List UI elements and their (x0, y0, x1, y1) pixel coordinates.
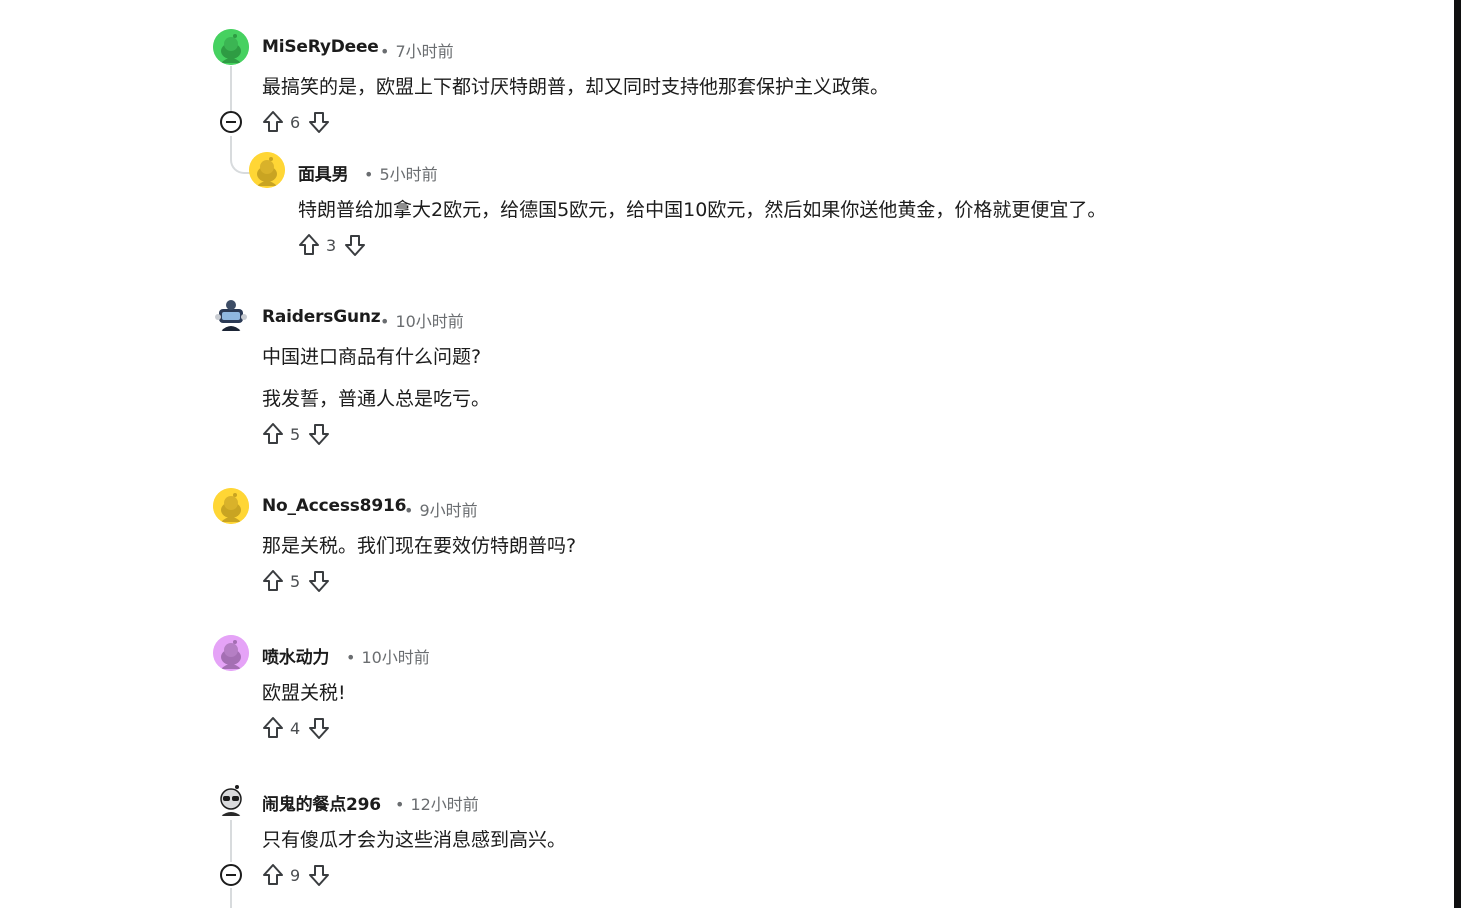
window-edge (1454, 0, 1461, 908)
upvote-arrow-icon[interactable] (296, 232, 322, 258)
timestamp: • 10小时前 (380, 308, 464, 332)
comment-thread-page: MiSeRyDeee • 7小时前 最搞笑的是，欧盟上下都讨厌特朗普，却又同时支持… (0, 0, 1461, 908)
thread-line (230, 888, 232, 908)
username[interactable]: No_Access8916 (262, 496, 406, 516)
vote-bar: 5 (260, 567, 332, 595)
avatar[interactable] (249, 152, 285, 188)
meta-separator: • (346, 648, 356, 667)
comment-text: 我发誓，普通人总是吃亏。 (262, 388, 491, 410)
downvote-arrow-icon[interactable] (306, 568, 332, 594)
collapse-minus-icon[interactable] (219, 110, 243, 134)
comment-text: 中国进口商品有什么问题? (262, 346, 482, 368)
comment-text: 最搞笑的是，欧盟上下都讨厌特朗普，却又同时支持他那套保护主义政策。 (262, 76, 890, 98)
timestamp: • 12小时前 (395, 791, 479, 815)
sunglasses-snoo-avatar-icon (213, 782, 249, 818)
username[interactable]: MiSeRyDeee (262, 37, 379, 57)
avatar[interactable] (213, 488, 249, 524)
time-ago: 12小时前 (410, 795, 479, 814)
meta-separator: • (380, 312, 390, 331)
vote-bar: 6 (260, 108, 332, 136)
vote-count: 5 (290, 571, 301, 591)
time-ago: 9小时前 (419, 501, 478, 520)
snoo-avatar-icon (249, 152, 285, 188)
vote-count: 6 (290, 112, 301, 132)
meta-separator: • (380, 42, 390, 61)
time-ago: 7小时前 (395, 42, 454, 61)
downvote-arrow-icon[interactable] (306, 109, 332, 135)
meta-separator: • (404, 501, 414, 520)
vote-count: 9 (290, 865, 301, 885)
username[interactable]: 面具男 (298, 160, 349, 185)
snoo-avatar-icon (213, 29, 249, 65)
avatar[interactable] (213, 297, 249, 333)
comment-text: 那是关税。我们现在要效仿特朗普吗? (262, 535, 577, 557)
meta-separator: • (395, 795, 405, 814)
time-ago: 10小时前 (361, 648, 430, 667)
upvote-arrow-icon[interactable] (260, 715, 286, 741)
time-ago: 5小时前 (379, 165, 438, 184)
downvote-arrow-icon[interactable] (306, 421, 332, 447)
downvote-arrow-icon[interactable] (306, 715, 332, 741)
vote-count: 5 (290, 424, 301, 444)
upvote-arrow-icon[interactable] (260, 109, 286, 135)
timestamp: • 9小时前 (404, 497, 478, 521)
collapse-minus-icon[interactable] (219, 863, 243, 887)
username[interactable]: 闹鬼的餐点296 (262, 790, 381, 815)
vote-count: 3 (326, 235, 337, 255)
comment-text: 只有傻瓜才会为这些消息感到高兴。 (262, 829, 567, 851)
vote-bar: 4 (260, 714, 332, 742)
downvote-arrow-icon[interactable] (342, 232, 368, 258)
thread-line (230, 66, 232, 111)
upvote-arrow-icon[interactable] (260, 862, 286, 888)
comment-text: 特朗普给加拿大2欧元，给德国5欧元，给中国10欧元，然后如果你送他黄金，价格就更… (298, 199, 1107, 221)
time-ago: 10小时前 (395, 312, 464, 331)
vote-bar: 3 (296, 231, 368, 259)
vote-count: 4 (290, 718, 301, 738)
timestamp: • 5小时前 (364, 161, 438, 185)
custom-snoo-avatar-icon (213, 297, 249, 333)
vote-bar: 9 (260, 861, 332, 889)
snoo-avatar-icon (213, 488, 249, 524)
thread-line (230, 820, 232, 862)
upvote-arrow-icon[interactable] (260, 421, 286, 447)
meta-separator: • (364, 165, 374, 184)
downvote-arrow-icon[interactable] (306, 862, 332, 888)
upvote-arrow-icon[interactable] (260, 568, 286, 594)
avatar[interactable] (213, 29, 249, 65)
timestamp: • 7小时前 (380, 38, 454, 62)
snoo-avatar-icon (213, 635, 249, 671)
comment-text: 欧盟关税! (262, 682, 346, 704)
timestamp: • 10小时前 (346, 644, 430, 668)
avatar[interactable] (213, 635, 249, 671)
username[interactable]: RaidersGunz (262, 307, 381, 327)
username[interactable]: 喷水动力 (262, 643, 329, 668)
vote-bar: 5 (260, 420, 332, 448)
avatar[interactable] (213, 782, 249, 818)
